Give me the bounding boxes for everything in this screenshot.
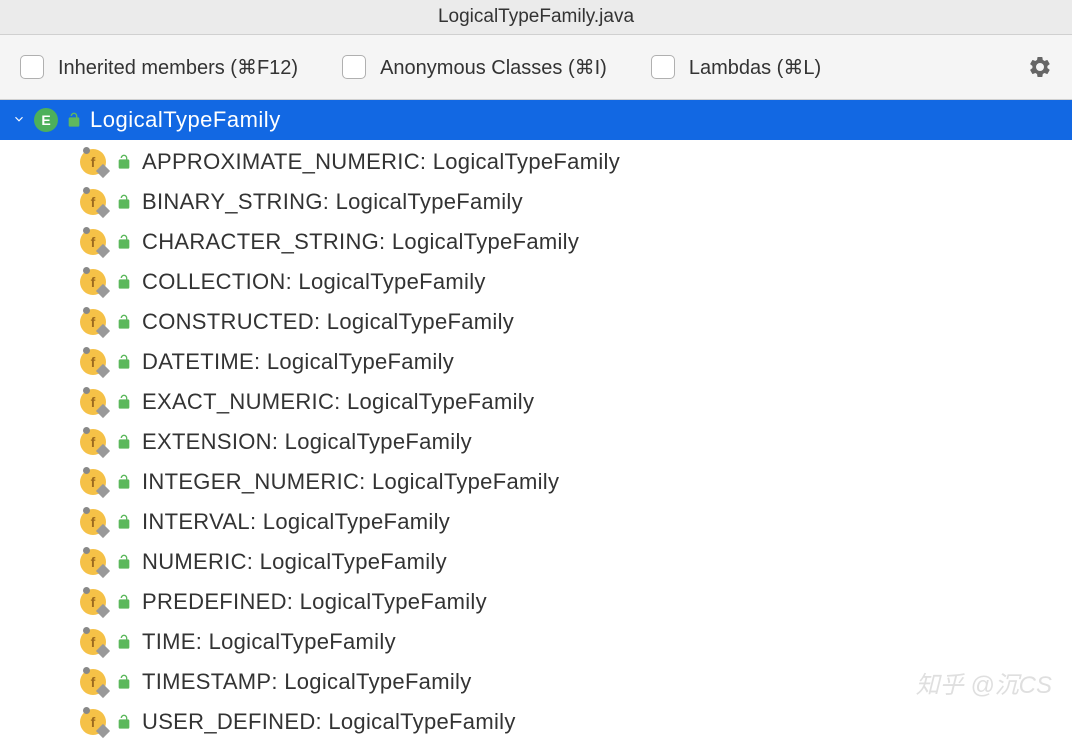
member-name: TIME: LogicalTypeFamily bbox=[142, 629, 396, 655]
field-icon: f bbox=[80, 469, 106, 495]
field-icon: f bbox=[80, 669, 106, 695]
member-name: CONSTRUCTED: LogicalTypeFamily bbox=[142, 309, 514, 335]
member-name: BINARY_STRING: LogicalTypeFamily bbox=[142, 189, 523, 215]
field-icon-letter: f bbox=[91, 194, 96, 210]
gear-icon[interactable] bbox=[1028, 55, 1052, 79]
member-row[interactable]: f TIMESTAMP: LogicalTypeFamily bbox=[0, 662, 1072, 702]
member-name: APPROXIMATE_NUMERIC: LogicalTypeFamily bbox=[142, 149, 620, 175]
enum-icon: E bbox=[34, 108, 58, 132]
unlock-icon bbox=[116, 434, 132, 450]
field-icon-letter: f bbox=[91, 474, 96, 490]
member-row[interactable]: f USER_DEFINED: LogicalTypeFamily bbox=[0, 702, 1072, 742]
member-row[interactable]: f TIME: LogicalTypeFamily bbox=[0, 622, 1072, 662]
member-name: NUMERIC: LogicalTypeFamily bbox=[142, 549, 447, 575]
unlock-icon bbox=[116, 154, 132, 170]
member-name: EXTENSION: LogicalTypeFamily bbox=[142, 429, 472, 455]
member-row[interactable]: f COLLECTION: LogicalTypeFamily bbox=[0, 262, 1072, 302]
field-icon: f bbox=[80, 509, 106, 535]
unlock-icon bbox=[116, 554, 132, 570]
field-icon-letter: f bbox=[91, 274, 96, 290]
field-icon-letter: f bbox=[91, 354, 96, 370]
class-header[interactable]: E LogicalTypeFamily bbox=[0, 100, 1072, 140]
member-row[interactable]: f INTEGER_NUMERIC: LogicalTypeFamily bbox=[0, 462, 1072, 502]
field-icon: f bbox=[80, 269, 106, 295]
member-name: PREDEFINED: LogicalTypeFamily bbox=[142, 589, 487, 615]
inherited-members-checkbox[interactable] bbox=[20, 55, 44, 79]
unlock-icon bbox=[116, 314, 132, 330]
toolbar: Inherited members (⌘F12) Anonymous Class… bbox=[0, 35, 1072, 100]
member-row[interactable]: f PREDEFINED: LogicalTypeFamily bbox=[0, 582, 1072, 622]
field-icon-letter: f bbox=[91, 154, 96, 170]
member-row[interactable]: f INTERVAL: LogicalTypeFamily bbox=[0, 502, 1072, 542]
anonymous-classes-label: Anonymous Classes (⌘I) bbox=[380, 55, 607, 80]
unlock-icon bbox=[66, 112, 82, 128]
unlock-icon bbox=[116, 354, 132, 370]
anonymous-classes-checkbox-item[interactable]: Anonymous Classes (⌘I) bbox=[342, 55, 607, 80]
field-icon: f bbox=[80, 549, 106, 575]
member-name: COLLECTION: LogicalTypeFamily bbox=[142, 269, 486, 295]
member-row[interactable]: f BINARY_STRING: LogicalTypeFamily bbox=[0, 182, 1072, 222]
lambdas-checkbox-item[interactable]: Lambdas (⌘L) bbox=[651, 55, 821, 80]
member-name: USER_DEFINED: LogicalTypeFamily bbox=[142, 709, 516, 735]
unlock-icon bbox=[116, 474, 132, 490]
field-icon: f bbox=[80, 309, 106, 335]
member-name: DATETIME: LogicalTypeFamily bbox=[142, 349, 454, 375]
member-name: EXACT_NUMERIC: LogicalTypeFamily bbox=[142, 389, 534, 415]
unlock-icon bbox=[116, 514, 132, 530]
title-bar-text: LogicalTypeFamily.java bbox=[438, 6, 634, 28]
field-icon-letter: f bbox=[91, 554, 96, 570]
member-row[interactable]: f DATETIME: LogicalTypeFamily bbox=[0, 342, 1072, 382]
unlock-icon bbox=[116, 234, 132, 250]
unlock-icon bbox=[116, 394, 132, 410]
unlock-icon bbox=[116, 194, 132, 210]
field-icon: f bbox=[80, 349, 106, 375]
field-icon: f bbox=[80, 189, 106, 215]
field-icon: f bbox=[80, 709, 106, 735]
inherited-members-label: Inherited members (⌘F12) bbox=[58, 55, 298, 80]
unlock-icon bbox=[116, 674, 132, 690]
chevron-down-icon bbox=[12, 112, 26, 129]
member-row[interactable]: f NUMERIC: LogicalTypeFamily bbox=[0, 542, 1072, 582]
field-icon-letter: f bbox=[91, 434, 96, 450]
field-icon-letter: f bbox=[91, 594, 96, 610]
field-icon-letter: f bbox=[91, 314, 96, 330]
field-icon-letter: f bbox=[91, 634, 96, 650]
title-bar: LogicalTypeFamily.java bbox=[0, 0, 1072, 35]
unlock-icon bbox=[116, 594, 132, 610]
field-icon-letter: f bbox=[91, 234, 96, 250]
member-name: CHARACTER_STRING: LogicalTypeFamily bbox=[142, 229, 579, 255]
field-icon: f bbox=[80, 229, 106, 255]
field-icon-letter: f bbox=[91, 714, 96, 730]
class-name: LogicalTypeFamily bbox=[90, 107, 281, 133]
member-row[interactable]: f EXACT_NUMERIC: LogicalTypeFamily bbox=[0, 382, 1072, 422]
member-row[interactable]: f APPROXIMATE_NUMERIC: LogicalTypeFamily bbox=[0, 142, 1072, 182]
field-icon: f bbox=[80, 389, 106, 415]
member-row[interactable]: f CHARACTER_STRING: LogicalTypeFamily bbox=[0, 222, 1072, 262]
member-name: INTEGER_NUMERIC: LogicalTypeFamily bbox=[142, 469, 559, 495]
unlock-icon bbox=[116, 714, 132, 730]
field-icon: f bbox=[80, 149, 106, 175]
member-name: TIMESTAMP: LogicalTypeFamily bbox=[142, 669, 472, 695]
lambdas-label: Lambdas (⌘L) bbox=[689, 55, 821, 80]
member-name: INTERVAL: LogicalTypeFamily bbox=[142, 509, 450, 535]
inherited-members-checkbox-item[interactable]: Inherited members (⌘F12) bbox=[20, 55, 298, 80]
unlock-icon bbox=[116, 274, 132, 290]
field-icon-letter: f bbox=[91, 674, 96, 690]
anonymous-classes-checkbox[interactable] bbox=[342, 55, 366, 79]
field-icon: f bbox=[80, 429, 106, 455]
lambdas-checkbox[interactable] bbox=[651, 55, 675, 79]
field-icon-letter: f bbox=[91, 394, 96, 410]
unlock-icon bbox=[116, 634, 132, 650]
field-icon-letter: f bbox=[91, 514, 96, 530]
member-list: fAPPROXIMATE_NUMERIC: LogicalTypeFamilyf… bbox=[0, 140, 1072, 742]
field-icon: f bbox=[80, 589, 106, 615]
member-row[interactable]: f EXTENSION: LogicalTypeFamily bbox=[0, 422, 1072, 462]
field-icon: f bbox=[80, 629, 106, 655]
member-row[interactable]: f CONSTRUCTED: LogicalTypeFamily bbox=[0, 302, 1072, 342]
